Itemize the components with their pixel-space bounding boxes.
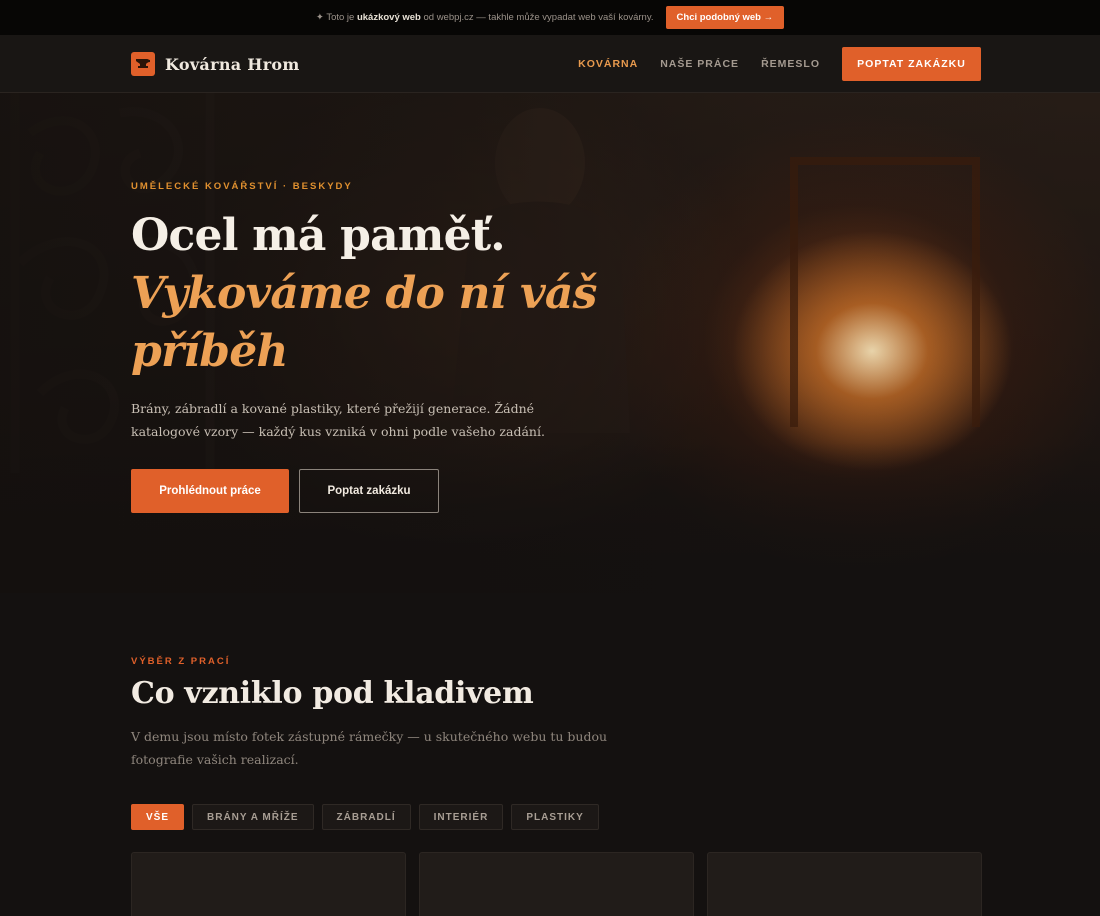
- hero-title: Ocel má paměť. Vykováme do ní váš příběh: [131, 207, 611, 381]
- work-card[interactable]: [419, 852, 694, 916]
- hero-title-line: Ocel má paměť.: [131, 210, 506, 261]
- works-eyebrow: VÝBĚR Z PRACÍ: [131, 656, 231, 667]
- works-filters: VŠE BRÁNY A MŘÍŽE ZÁBRADLÍ INTERIÉR PLAS…: [131, 804, 599, 830]
- promo-text-bold: ukázkový web: [356, 12, 421, 23]
- nav-link-nase-prace[interactable]: NAŠE PRÁCE: [660, 58, 739, 70]
- filter-sculptures[interactable]: PLASTIKY: [511, 804, 599, 830]
- work-card[interactable]: [707, 852, 982, 916]
- promo-cta-button[interactable]: Chci podobný web →: [665, 6, 785, 29]
- works-grid: [131, 852, 982, 916]
- promo-bar: ✦ Toto je ukázkový web od webpj.cz — tak…: [0, 0, 1100, 35]
- hero-section: UMĚLECKÉ KOVÁŘSTVÍ · BESKYDY Ocel má pam…: [0, 93, 1100, 593]
- nav-link-kovarna[interactable]: KOVÁRNA: [578, 58, 638, 70]
- works-lead: V demu jsou místo fotek zástupné rámečky…: [131, 729, 608, 767]
- promo-star: ✦: [315, 12, 324, 23]
- filter-railings[interactable]: ZÁBRADLÍ: [321, 804, 411, 830]
- nav-link-remeslo[interactable]: ŘEMESLO: [761, 58, 820, 70]
- work-card[interactable]: [131, 852, 406, 916]
- hero-lead: Brány, zábradlí a kované plastiky, které…: [131, 401, 545, 439]
- promo-text-after: od webpj.cz — takhle může vypadat web va…: [423, 12, 654, 23]
- brand-name: Kovárna Hrom: [165, 54, 300, 74]
- promo-text: ✦ Toto je ukázkový web od webpj.cz — tak…: [316, 12, 654, 23]
- works-title: Co vzniklo pod kladivem: [131, 676, 534, 711]
- request-order-button[interactable]: Poptat zakázku: [299, 469, 439, 513]
- hero-title-accent: Vykováme do ní váš příběh: [131, 268, 597, 377]
- anvil-icon: [131, 52, 155, 76]
- hero-eyebrow: UMĚLECKÉ KOVÁŘSTVÍ · BESKYDY: [131, 181, 353, 192]
- site-header: Kovárna Hrom KOVÁRNA NAŠE PRÁCE ŘEMESLO …: [0, 35, 1100, 93]
- filter-gates[interactable]: BRÁNY A MŘÍŽE: [192, 804, 314, 830]
- view-works-button[interactable]: Prohlédnout práce: [131, 469, 289, 513]
- promo-text-before: Toto je: [326, 12, 355, 23]
- filter-all[interactable]: VŠE: [131, 804, 185, 830]
- logo[interactable]: Kovárna Hrom: [131, 52, 300, 76]
- filter-interior[interactable]: INTERIÉR: [418, 804, 504, 830]
- header-cta-button[interactable]: POPTAT ZAKÁZKU: [842, 47, 981, 81]
- main-nav: KOVÁRNA NAŠE PRÁCE ŘEMESLO POPTAT ZAKÁZK…: [578, 47, 981, 81]
